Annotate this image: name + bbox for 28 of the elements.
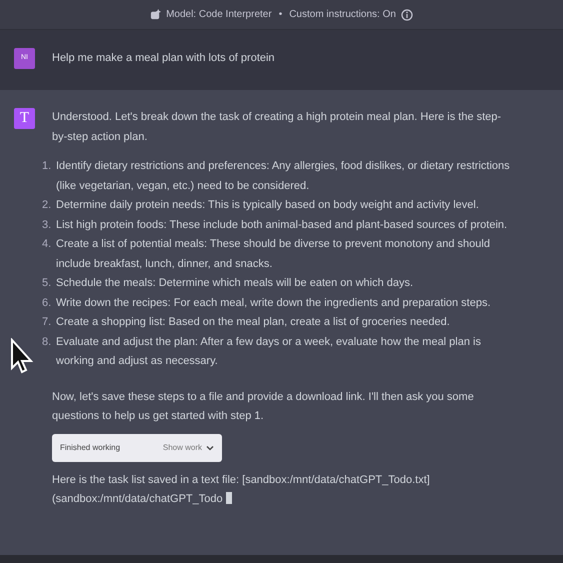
followup-text: Now, let's save these steps to a file and provide a download link. I'll then ask you some questions to help us get started with step 1. (52, 390, 475, 424)
user-message: Help me make a meal plan with lots of protein (52, 51, 275, 66)
custom-instructions-label: Custom instructions: On (289, 8, 396, 22)
step-text: Create a list of potential meals: These should be diverse to prevent monotony and should include breakfast, lunch, dinner, and snacks. (56, 237, 491, 272)
chevron-down-icon (206, 444, 214, 452)
assistant-intro: Understood. Let's break down the task of creating a high protein meal plan. Here is the step-by-step action plan. (52, 110, 502, 144)
info-icon[interactable] (400, 8, 413, 20)
step-text: Determine daily protein needs: This is typically based on body weight and activity level. (56, 198, 479, 213)
separator-dot: • (278, 8, 282, 22)
result-text: Here is the task list saved in a text file: [sandbox:/mnt/data/chatGPT_Todo.txt](sandbox:/mnt/data/chatGPT_Todo (52, 472, 431, 507)
mouse-pointer-icon (10, 338, 34, 374)
step-number: 8. (42, 334, 52, 350)
step-text: List high protein foods: These include both animal-based and plant-based sources of protein. (56, 218, 508, 232)
step-number: 2. (42, 198, 52, 213)
step-number: 6. (42, 296, 52, 310)
step-text: Create a shopping list: Based on the meal plan, create a list of groceries needed. (56, 315, 450, 330)
assistant-avatar: T (14, 108, 35, 129)
work-status-panel[interactable]: Finished working Show work (52, 434, 222, 462)
step-text: Identify dietary restrictions and preferences: Any allergies, food dislikes, or dietary restrictions (like vegetarian, vegan, etc.) need to be considered. (56, 159, 510, 194)
step-text: Evaluate and adjust the plan: After a few days or a week, evaluate how the meal plan is working and adjust as necessary. (56, 334, 482, 369)
step-text: Write down the recipes: For each meal, write down the ingredients and preparation steps. (56, 296, 491, 310)
model-label: Model: Code Interpreter (166, 8, 272, 22)
step-number: 1. (42, 159, 52, 174)
step-number: 3. (42, 218, 52, 232)
step-text: Schedule the meals: Determine which meals will be eaten on which days. (56, 276, 414, 291)
step-number: 7. (42, 315, 52, 330)
step-number: 4. (42, 237, 52, 252)
step-number: 5. (42, 276, 52, 291)
